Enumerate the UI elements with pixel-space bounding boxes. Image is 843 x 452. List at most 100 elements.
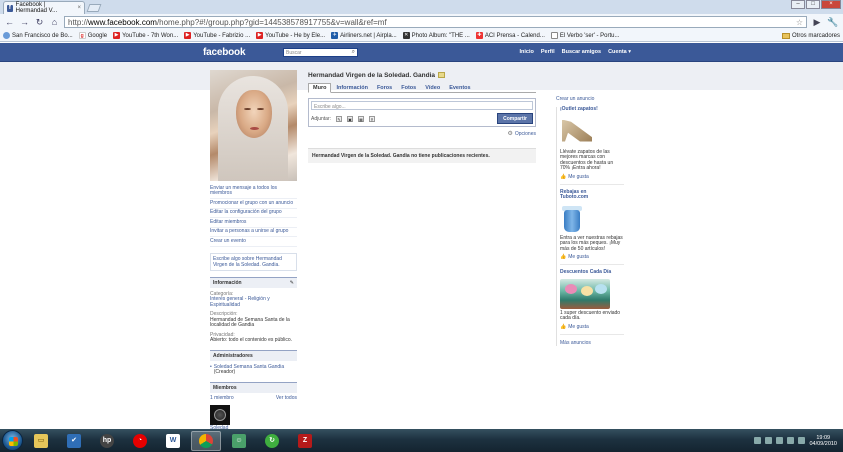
bookmark-item[interactable]: ▶ YouTube - He by Ele... — [256, 32, 325, 39]
members-row: 1 miembro Ver todos — [210, 395, 297, 401]
bookmark-item[interactable]: ✈ Airliners.net | Airpla... — [331, 32, 397, 39]
ad-item[interactable]: Descuentos Cada Día 1 super descuento en… — [560, 269, 624, 335]
taskbar-green-app[interactable]: ↻ — [257, 431, 287, 451]
nav-find-friends[interactable]: Buscar amigos — [562, 49, 601, 55]
attach-label: Adjuntar: — [311, 115, 332, 122]
url-path: /home.php?#!/group.php?gid=1445385789177… — [156, 17, 387, 27]
cup-image[interactable] — [560, 204, 584, 234]
gear-icon: ⚙ — [507, 131, 513, 137]
action-promote-group[interactable]: Promocionar el grupo con un anuncio — [210, 199, 297, 209]
category-value[interactable]: Interés general - Religión y Espirituali… — [210, 296, 297, 308]
ad-item[interactable]: Rebajas en Tuboto.com Entra a ver nuestr… — [560, 189, 624, 265]
taskbar-chrome[interactable] — [191, 430, 221, 451]
wrench-icon[interactable]: 🔧 — [827, 16, 839, 28]
forward-arrow-icon[interactable]: → — [19, 17, 30, 28]
other-bookmarks[interactable]: Otros marcadores — [781, 32, 840, 39]
bookmark-star-icon[interactable]: ☆ — [796, 18, 803, 27]
taskbar-explorer[interactable]: ▭ — [26, 431, 56, 451]
member-count[interactable]: 1 miembro — [210, 395, 234, 401]
tab-foros[interactable]: Foros — [373, 84, 396, 92]
link-icon[interactable]: ⚲ — [369, 115, 376, 122]
bookmark-item[interactable]: ✚ ACI Prensa - Calend... — [475, 32, 545, 39]
like-link[interactable]: 👍 Me gusta — [560, 324, 624, 330]
close-window-button[interactable]: × — [821, 0, 841, 9]
group-profile-picture[interactable] — [210, 70, 297, 181]
tab-informacion[interactable]: Información — [332, 84, 371, 92]
like-link[interactable]: 👍 Me gusta — [560, 254, 624, 260]
search-icon[interactable]: ⌕ — [352, 49, 355, 56]
search-input[interactable]: Buscar ⌕ — [283, 48, 358, 57]
options-link[interactable]: ⚙ Opciones — [308, 130, 536, 138]
create-ad-link[interactable]: Crear un anuncio — [556, 96, 624, 102]
action-create-event[interactable]: Crear un evento — [210, 237, 297, 247]
member-avatar[interactable] — [210, 404, 230, 425]
tray-icon[interactable] — [754, 437, 762, 444]
ad-item[interactable]: ¡Outlet zapatos! Llévate zapatos de las … — [560, 106, 624, 185]
bookmark-item[interactable]: ✕ Photo Album: "THE ... — [402, 32, 470, 39]
thumbs-up-icon: 👍 — [560, 254, 567, 260]
tab-facebook[interactable]: f Facebook | Hermandad V... × — [3, 1, 85, 14]
tab-close-icon[interactable]: × — [77, 5, 81, 11]
back-arrow-icon[interactable]: ← — [4, 17, 15, 28]
reload-icon[interactable]: ↻ — [34, 17, 45, 28]
like-link[interactable]: 👍 Me gusta — [560, 174, 624, 180]
main-column: Hermandad Virgen de la Soledad. Gandia M… — [308, 70, 536, 163]
tab-fotos[interactable]: Fotos — [397, 84, 420, 92]
bookmark-item[interactable]: g Google — [78, 32, 107, 39]
window-controls: – □ × — [791, 0, 841, 9]
new-tab-button[interactable] — [86, 4, 102, 12]
status-icon[interactable]: ✎ — [336, 115, 343, 122]
tray-icon[interactable] — [765, 437, 773, 444]
page-menu-icon[interactable]: ▶ — [811, 16, 823, 28]
facebook-logo[interactable]: facebook — [203, 47, 246, 58]
action-edit-settings[interactable]: Editar la configuración del grupo — [210, 209, 297, 218]
see-all-members-link[interactable]: Ver todos — [276, 395, 297, 401]
tab-video[interactable]: Vídeo — [421, 84, 444, 92]
photo-icon[interactable]: ▣ — [347, 115, 354, 122]
minimize-button[interactable]: – — [791, 0, 805, 9]
write-about-link[interactable]: Escribe algo sobre Hermandad Virgen de l… — [210, 252, 297, 271]
chrome-icon — [199, 433, 213, 448]
post-input[interactable]: Escribe algo... — [311, 101, 533, 110]
taskbar-vodafone[interactable]: ◔ — [125, 431, 155, 451]
pencil-icon[interactable]: ✎ — [290, 280, 294, 286]
folder-icon — [781, 32, 790, 39]
share-button[interactable]: Compartir — [497, 113, 533, 124]
ad-title[interactable]: Descuentos Cada Día — [560, 269, 624, 276]
taskbar-hp[interactable]: hp — [92, 431, 122, 451]
cupcakes-image[interactable] — [560, 278, 610, 309]
taskbar-word[interactable]: W — [158, 431, 188, 451]
nav-home[interactable]: Inicio — [519, 49, 533, 55]
nav-account[interactable]: Cuenta ▾ — [608, 49, 631, 55]
nav-profile[interactable]: Perfil — [541, 49, 555, 55]
maximize-button[interactable]: □ — [806, 0, 820, 9]
ad-subtitle[interactable]: Tuboto.com — [560, 194, 624, 201]
taskbar-users[interactable]: ☺ — [224, 431, 254, 451]
network-icon[interactable] — [787, 437, 795, 444]
filezilla-icon: Z — [298, 433, 312, 448]
tab-eventos[interactable]: Eventos — [445, 84, 474, 92]
action-invite-people[interactable]: Invitar a personas a unirse al grupo — [210, 228, 297, 237]
event-icon[interactable]: ▦ — [358, 115, 365, 122]
url-host: www.facebook.com — [88, 17, 157, 27]
bookmark-item[interactable]: San Francisco de Bo... — [3, 32, 73, 39]
clock[interactable]: 19:09 04/09/2010 — [809, 435, 837, 447]
taskbar-filezilla[interactable]: Z — [290, 431, 320, 451]
green-app-icon: ↻ — [265, 433, 279, 448]
action-edit-members[interactable]: Editar miembros — [210, 218, 297, 228]
start-button[interactable] — [2, 430, 23, 451]
shoe-image[interactable] — [560, 116, 596, 148]
home-icon[interactable]: ⌂ — [49, 17, 60, 28]
more-ads-link[interactable]: Más anuncios — [560, 340, 624, 346]
address-bar[interactable]: http://www.facebook.com/home.php?#!/grou… — [64, 16, 807, 28]
ad-title[interactable]: ¡Outlet zapatos! — [560, 106, 624, 113]
bookmark-item[interactable]: El Verbo 'ser' - Portu... — [550, 32, 620, 39]
volume-icon[interactable] — [798, 437, 806, 444]
bookmark-item[interactable]: ▶ YouTube - 7th Won... — [113, 32, 178, 39]
action-message-all[interactable]: Enviar un mensaje a todos los miembros — [210, 184, 297, 199]
tab-muro[interactable]: Muro — [308, 83, 332, 93]
bookmark-item[interactable]: ▶ YouTube - Fabrizio ... — [184, 32, 250, 39]
tray-icon[interactable] — [776, 437, 784, 444]
taskbar-media[interactable]: ✔ — [59, 431, 89, 451]
group-actions: Enviar un mensaje a todos los miembros P… — [210, 184, 297, 247]
